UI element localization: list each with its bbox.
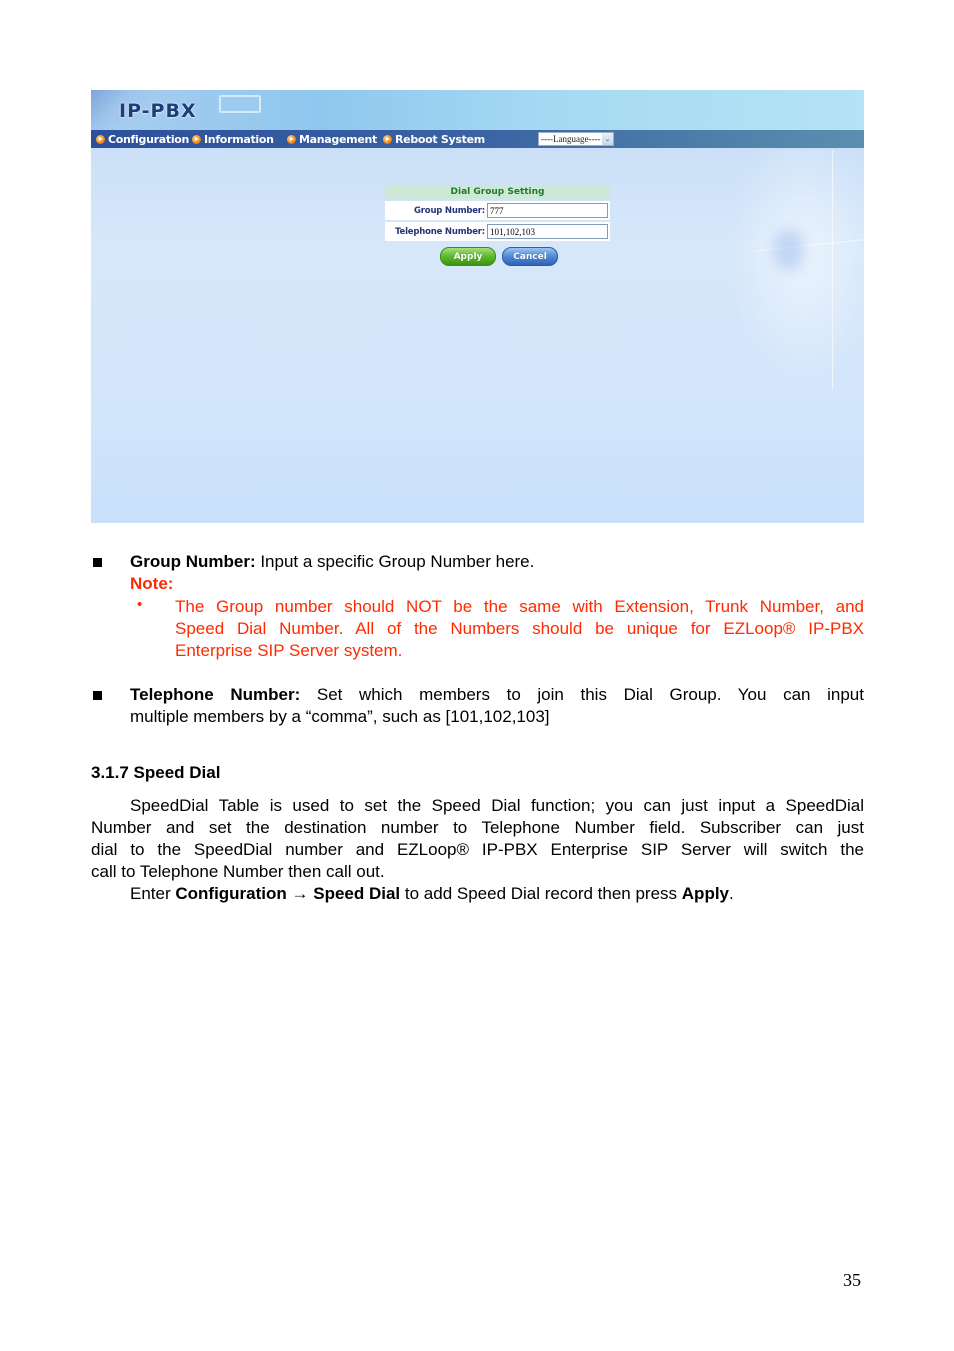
telephone-number-row: Telephone Number:: [385, 222, 610, 241]
language-select-value: ----Language----: [541, 134, 601, 144]
nav-item-label: Configuration: [108, 132, 190, 146]
header-banner: IP-PBX: [91, 90, 864, 130]
note-label: Note:: [130, 573, 864, 595]
square-bullet-icon: [93, 691, 102, 700]
telephone-number-item: Telephone Number: Set which members to j…: [130, 684, 864, 728]
apply-button[interactable]: Apply: [440, 247, 496, 266]
language-select[interactable]: ----Language---- ⌄: [538, 132, 614, 146]
instruction-text: .: [729, 884, 734, 903]
nav-item-label: Reboot System: [395, 132, 485, 146]
round-bullet-icon: •: [137, 596, 143, 613]
ip-pbx-screenshot: IP-PBX Configuration Information Managem…: [91, 90, 864, 523]
telephone-number-label: Telephone Number:: [395, 226, 485, 237]
note-line: Enterprise SIP Server system.: [175, 641, 403, 660]
section-paragraph: SpeedDial Table is used to set the Speed…: [91, 795, 864, 905]
instruction-apply: Apply: [681, 884, 730, 903]
instruction-text: Enter: [130, 884, 176, 903]
paragraph-line: call to Telephone Number then call out.: [91, 862, 385, 881]
dial-group-setting-form: Dial Group Setting Group Number: Telepho…: [385, 185, 610, 241]
orange-arrow-bullet-icon: [383, 134, 392, 144]
group-number-term: Group Number:: [130, 552, 256, 571]
orange-arrow-bullet-icon: [192, 134, 201, 144]
note-line: The Group number should NOT be the same …: [175, 597, 864, 616]
telephone-number-line-1: Telephone Number: Set which members to j…: [130, 684, 864, 706]
telephone-number-desc: Set which members to join this Dial Grou…: [300, 685, 864, 704]
nav-item-configuration[interactable]: Configuration: [96, 132, 189, 146]
instruction-text: to add Speed Dial record then press: [400, 884, 682, 903]
section-heading: 3.1.7 Speed Dial: [91, 762, 864, 784]
decoration-line: [832, 150, 833, 390]
telephone-number-term: Telephone Number:: [130, 685, 301, 704]
app-logo: IP-PBX: [119, 100, 197, 122]
form-title: Dial Group Setting: [385, 185, 610, 199]
note-line: Speed Dial Number. All of the Numbers sh…: [175, 619, 864, 638]
note-text: The Group number should NOT be the same …: [175, 596, 864, 662]
decoration-blob: [774, 230, 804, 270]
arrow-right-icon: →: [286, 884, 314, 903]
telephone-number-line-2: multiple members by a “comma”, such as […: [130, 707, 550, 726]
paragraph-line: dial to the SpeedDial number and EZLoop®…: [91, 840, 864, 859]
nav-item-information[interactable]: Information: [192, 132, 274, 146]
square-bullet-icon: [93, 558, 102, 567]
nav-item-label: Information: [204, 132, 274, 146]
banner-glass-decoration: [219, 95, 261, 113]
form-buttons: Apply Cancel: [440, 247, 558, 266]
nav-item-management[interactable]: Management: [287, 132, 377, 146]
background-decoration: [714, 150, 864, 410]
group-number-input[interactable]: [487, 203, 608, 218]
nav-item-reboot-system[interactable]: Reboot System: [383, 132, 485, 146]
orange-arrow-bullet-icon: [96, 134, 105, 144]
enter-instruction: Enter Configuration → Speed Dial to add …: [91, 883, 864, 905]
paragraph-line: Number and set the destination number to…: [91, 818, 864, 837]
group-number-row: Group Number:: [385, 201, 610, 220]
chevron-down-icon[interactable]: ⌄: [602, 133, 613, 145]
page-number: 35: [843, 1270, 861, 1290]
section-heading-text: 3.1.7 Speed Dial: [91, 763, 221, 782]
paragraph-line: SpeedDial Table is used to set the Speed…: [130, 796, 864, 815]
group-number-desc: Input a specific Group Number here.: [255, 552, 535, 571]
nav-item-label: Management: [299, 132, 377, 146]
group-number-item: Group Number: Input a specific Group Num…: [130, 551, 864, 573]
telephone-number-input[interactable]: [487, 224, 608, 239]
cancel-button[interactable]: Cancel: [502, 247, 558, 266]
note-label-text: Note:: [130, 574, 174, 593]
orange-arrow-bullet-icon: [287, 134, 296, 144]
decoration-line: [754, 239, 864, 252]
instruction-menu-configuration: Configuration: [175, 884, 287, 903]
group-number-label: Group Number:: [414, 205, 485, 216]
instruction-menu-speed-dial: Speed Dial: [313, 884, 401, 903]
